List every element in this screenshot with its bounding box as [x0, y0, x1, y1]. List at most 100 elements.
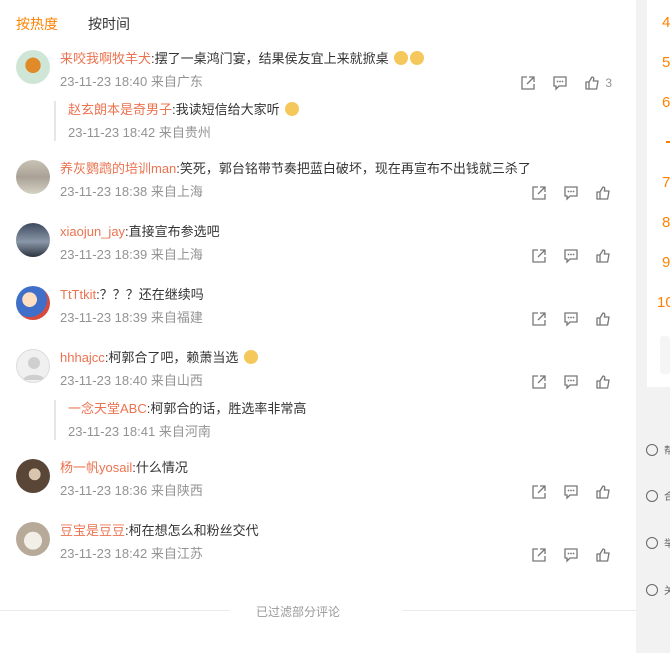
comment-actions — [530, 546, 612, 564]
comments-panel: 按热度 按时间 来咬我啊牧羊犬:摆了一桌鸿门宴，结果侯友宜上来就掀桌 23-11… — [0, 0, 636, 653]
share-button[interactable] — [530, 546, 548, 564]
like-icon — [596, 375, 610, 389]
report-icon — [646, 536, 658, 549]
avatar[interactable] — [16, 459, 50, 493]
reply-username[interactable]: 一念天堂ABC — [68, 401, 147, 416]
hot-rank-number[interactable]: 4 — [662, 14, 670, 31]
side-link-label: 举 — [664, 539, 670, 550]
comment-text: :直接宣布参选吧 — [125, 224, 220, 239]
side-link-report[interactable]: 举 — [646, 535, 670, 550]
side-link-help[interactable]: 帮 — [646, 442, 670, 457]
like-icon — [596, 312, 610, 326]
tab-sort-by-hot[interactable]: 按热度 — [16, 14, 58, 34]
help-icon — [646, 443, 658, 456]
like-icon — [596, 548, 610, 562]
comment-actions — [530, 310, 612, 328]
comment-text: :？？？还在继续吗 — [96, 287, 204, 302]
avatar[interactable] — [16, 223, 50, 257]
hot-rank-number[interactable]: 5 — [662, 54, 670, 71]
hot-rank-number[interactable]: 6 — [662, 94, 670, 111]
like-button[interactable] — [594, 483, 612, 501]
comment-button[interactable] — [551, 74, 569, 92]
like-icon — [585, 76, 599, 90]
comment-username[interactable]: 养灰鹦鹉的培训man — [60, 161, 176, 176]
divider — [0, 610, 230, 611]
like-button[interactable] — [594, 310, 612, 328]
avatar[interactable] — [16, 286, 50, 320]
like-count: 3 — [605, 76, 612, 90]
more-button[interactable] — [660, 336, 670, 374]
sort-tabs: 按热度 按时间 — [16, 14, 130, 34]
like-button[interactable] — [594, 373, 612, 391]
comment-text: :笑死，郭台铭带节奏把蓝白破坏，现在再宣布不出钱就三杀了 — [176, 161, 531, 176]
comment-text: :摆了一桌鸿门宴，结果侯友宜上来就掀桌 — [151, 51, 389, 66]
comment-username[interactable]: hhhajcc — [60, 350, 105, 365]
avatar[interactable] — [16, 522, 50, 556]
side-link-cooperation[interactable]: 合 — [646, 488, 670, 503]
comment-actions: 3 — [519, 74, 612, 92]
share-button[interactable] — [530, 184, 548, 202]
comment-username[interactable]: xiaojun_jay — [60, 224, 125, 239]
avatar[interactable] — [16, 160, 50, 194]
comment-button[interactable] — [562, 373, 580, 391]
like-button[interactable] — [594, 247, 612, 265]
comment-button[interactable] — [562, 483, 580, 501]
comment-text: :柯在想怎么和粉丝交代 — [125, 523, 259, 538]
like-button[interactable] — [583, 74, 601, 92]
reply-username[interactable]: 赵玄朗本是奇男子 — [68, 102, 172, 117]
emoji-icon — [244, 350, 259, 364]
comment-username[interactable]: 杨一帆yosail — [60, 460, 132, 475]
comment-icon — [564, 186, 578, 201]
comment-actions — [530, 483, 612, 501]
hot-rank-number[interactable]: 7 — [662, 174, 670, 191]
emoji-icon — [285, 102, 300, 116]
reply-text: :柯郭合的话，胜选率非常高 — [146, 401, 307, 416]
like-button[interactable] — [594, 184, 612, 202]
comment-button[interactable] — [562, 184, 580, 202]
comment-username[interactable]: TtTtkit — [60, 287, 96, 302]
comment-icon — [564, 375, 578, 390]
comment-button[interactable] — [562, 310, 580, 328]
like-button[interactable] — [594, 546, 612, 564]
like-icon — [596, 485, 610, 499]
comment-username[interactable]: 来咬我啊牧羊犬 — [60, 51, 151, 66]
comment-username[interactable]: 豆宝是豆豆 — [60, 523, 125, 538]
side-link-about[interactable]: 关 — [646, 582, 670, 597]
share-button[interactable] — [530, 483, 548, 501]
comment-icon — [564, 249, 578, 264]
filtered-comments-notice: 已过滤部分评论 — [256, 605, 341, 619]
side-link-label: 合 — [664, 492, 670, 503]
comment-text: :柯郭合了吧，赖萧当选 — [104, 350, 239, 365]
avatar[interactable] — [16, 50, 50, 84]
share-icon — [532, 186, 546, 200]
divider-dot — [666, 141, 670, 143]
like-icon — [596, 186, 610, 200]
like-icon — [596, 249, 610, 263]
reply-item: 一念天堂ABC:柯郭合的话，胜选率非常高 23-11-23 18:41 来自河南 — [54, 400, 306, 440]
hot-rank-number[interactable]: 8 — [662, 214, 670, 231]
hot-rank-number[interactable]: 9 — [662, 254, 670, 271]
emoji-icon — [410, 51, 425, 65]
share-icon — [532, 375, 546, 389]
side-link-label: 关 — [664, 586, 670, 597]
share-button[interactable] — [530, 373, 548, 391]
reply-item: 赵玄朗本是奇男子:我读短信给大家听 23-11-23 18:42 来自贵州 — [54, 101, 300, 141]
share-icon — [532, 249, 546, 263]
comment-icon — [553, 76, 567, 91]
comment-button[interactable] — [562, 546, 580, 564]
comment-button[interactable] — [562, 247, 580, 265]
tab-sort-by-time[interactable]: 按时间 — [88, 14, 130, 34]
comment-icon — [564, 312, 578, 327]
comment-icon — [564, 548, 578, 563]
comment-text: :什么情况 — [132, 460, 188, 475]
share-button[interactable] — [530, 247, 548, 265]
comment-actions — [530, 373, 612, 391]
share-button[interactable] — [530, 310, 548, 328]
hot-rank-number[interactable]: 10 — [657, 294, 670, 311]
scrollbar[interactable] — [636, 0, 642, 653]
reply-meta: 23-11-23 18:42 来自贵州 — [68, 125, 211, 140]
share-button[interactable] — [519, 74, 537, 92]
cooperation-icon — [646, 489, 658, 502]
divider — [402, 610, 636, 611]
avatar[interactable] — [16, 349, 50, 383]
